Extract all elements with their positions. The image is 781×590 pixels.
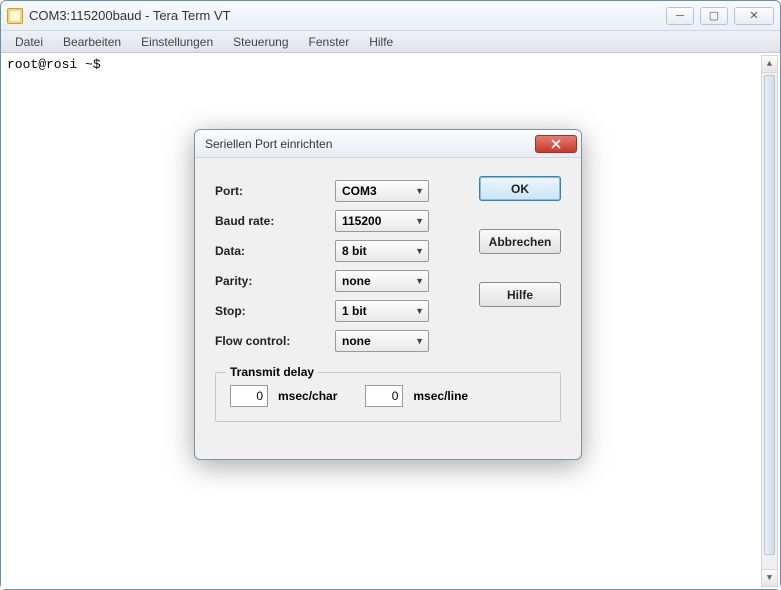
value-parity: none	[342, 274, 415, 288]
help-button[interactable]: Hilfe	[479, 282, 561, 307]
cancel-button[interactable]: Abbrechen	[479, 229, 561, 254]
vertical-scrollbar[interactable]: ▲ ▼	[761, 55, 778, 587]
chevron-down-icon: ▼	[415, 186, 424, 196]
menu-einstellungen[interactable]: Einstellungen	[131, 33, 223, 51]
minimize-button[interactable]: ─	[666, 7, 694, 25]
close-icon	[551, 139, 561, 149]
dialog-title: Seriellen Port einrichten	[205, 137, 535, 151]
label-stop: Stop:	[215, 304, 335, 318]
combo-stop[interactable]: 1 bit ▼	[335, 300, 429, 322]
window-buttons: ─ ▢ ✕	[666, 7, 774, 25]
value-flow: none	[342, 334, 415, 348]
ok-button[interactable]: OK	[479, 176, 561, 201]
dialog-body: Port: COM3 ▼ Baud rate: 115200 ▼ Data:	[195, 158, 581, 459]
value-data: 8 bit	[342, 244, 415, 258]
app-icon	[7, 8, 23, 24]
window-title: COM3:115200baud - Tera Term VT	[29, 8, 666, 23]
dialog-titlebar: Seriellen Port einrichten	[195, 130, 581, 158]
chevron-down-icon: ▼	[415, 246, 424, 256]
chevron-down-icon: ▼	[415, 336, 424, 346]
label-flow: Flow control:	[215, 334, 335, 348]
main-window: COM3:115200baud - Tera Term VT ─ ▢ ✕ Dat…	[0, 0, 781, 590]
menubar: Datei Bearbeiten Einstellungen Steuerung…	[1, 31, 780, 53]
maximize-button[interactable]: ▢	[700, 7, 728, 25]
scroll-up-icon[interactable]: ▲	[762, 56, 777, 73]
combo-flow[interactable]: none ▼	[335, 330, 429, 352]
dialog-button-column: OK Abbrechen Hilfe	[479, 176, 561, 307]
combo-baud[interactable]: 115200 ▼	[335, 210, 429, 232]
menu-datei[interactable]: Datei	[5, 33, 53, 51]
msec-line-input[interactable]	[365, 385, 403, 407]
msec-char-unit: msec/char	[278, 389, 337, 403]
row-flow: Flow control: none ▼	[215, 326, 561, 356]
value-baud: 115200	[342, 214, 415, 228]
dialog-close-button[interactable]	[535, 135, 577, 153]
msec-char-input[interactable]	[230, 385, 268, 407]
menu-hilfe[interactable]: Hilfe	[359, 33, 403, 51]
chevron-down-icon: ▼	[415, 216, 424, 226]
close-button[interactable]: ✕	[734, 7, 774, 25]
titlebar: COM3:115200baud - Tera Term VT ─ ▢ ✕	[1, 1, 780, 31]
combo-parity[interactable]: none ▼	[335, 270, 429, 292]
menu-steuerung[interactable]: Steuerung	[223, 33, 298, 51]
value-port: COM3	[342, 184, 415, 198]
msec-line-unit: msec/line	[413, 389, 468, 403]
transmit-row: msec/char msec/line	[230, 385, 546, 407]
label-baud: Baud rate:	[215, 214, 335, 228]
scroll-down-icon[interactable]: ▼	[762, 569, 777, 586]
label-parity: Parity:	[215, 274, 335, 288]
value-stop: 1 bit	[342, 304, 415, 318]
combo-data[interactable]: 8 bit ▼	[335, 240, 429, 262]
label-data: Data:	[215, 244, 335, 258]
terminal-prompt: root@rosi ~$	[7, 57, 101, 72]
menu-fenster[interactable]: Fenster	[299, 33, 360, 51]
chevron-down-icon: ▼	[415, 306, 424, 316]
chevron-down-icon: ▼	[415, 276, 424, 286]
label-port: Port:	[215, 184, 335, 198]
menu-bearbeiten[interactable]: Bearbeiten	[53, 33, 131, 51]
combo-port[interactable]: COM3 ▼	[335, 180, 429, 202]
transmit-legend: Transmit delay	[226, 365, 318, 379]
scrollbar-thumb[interactable]	[764, 75, 775, 555]
serial-port-dialog: Seriellen Port einrichten Port: COM3 ▼ B…	[194, 129, 582, 460]
transmit-delay-group: Transmit delay msec/char msec/line	[215, 372, 561, 422]
